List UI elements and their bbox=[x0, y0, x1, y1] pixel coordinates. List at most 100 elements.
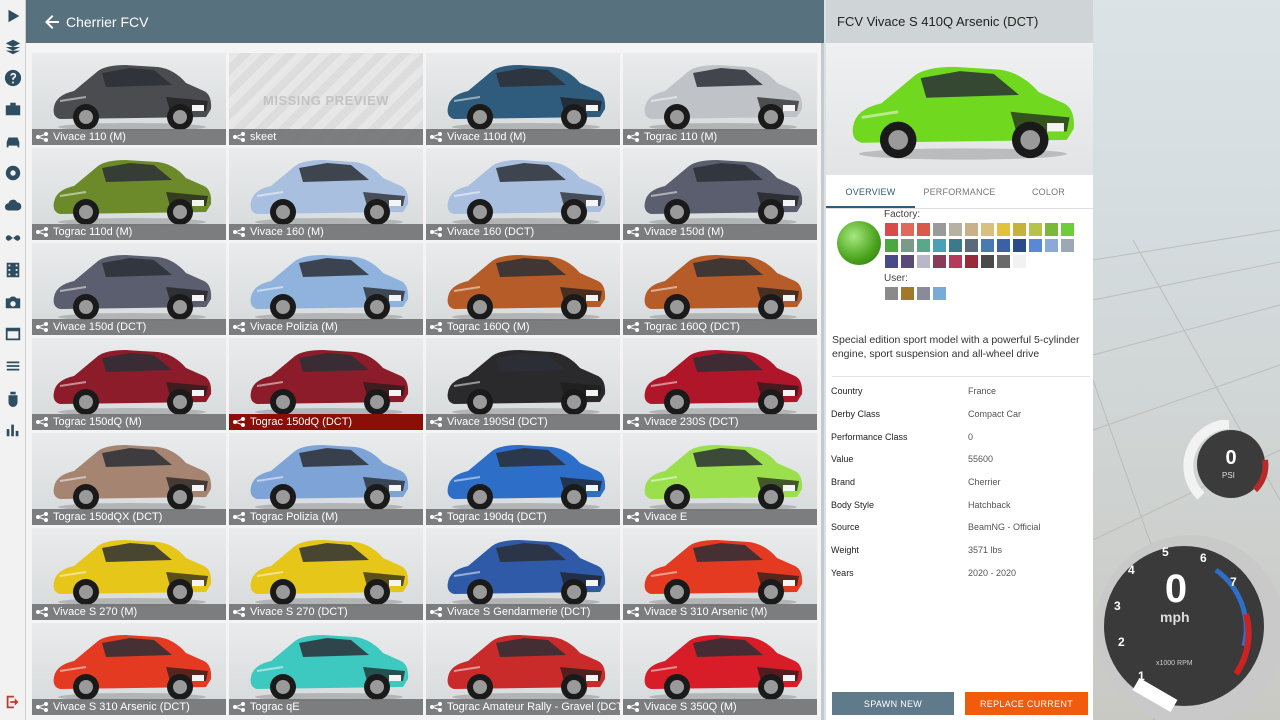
config-tile[interactable]: Vivace 160 (DCT) bbox=[426, 148, 620, 240]
config-tile[interactable]: Tograc 110d (M) bbox=[32, 148, 226, 240]
color-swatch[interactable] bbox=[949, 239, 962, 252]
color-swatch[interactable] bbox=[917, 255, 930, 268]
config-tile[interactable]: Vivace S 270 (M) bbox=[32, 528, 226, 620]
sliders-icon[interactable] bbox=[3, 356, 23, 376]
config-tile[interactable]: Vivace S 310 Arsenic (M) bbox=[623, 528, 817, 620]
color-swatch[interactable] bbox=[901, 239, 914, 252]
config-name: Tograc Polizia (M) bbox=[250, 511, 339, 523]
config-tile[interactable]: Tograc 190dq (DCT) bbox=[426, 433, 620, 525]
config-tile[interactable]: Tograc 150dQ (DCT) bbox=[229, 338, 423, 430]
bug-icon[interactable] bbox=[3, 388, 23, 408]
color-swatch[interactable] bbox=[885, 223, 898, 236]
color-swatch[interactable] bbox=[997, 223, 1010, 236]
color-swatch[interactable] bbox=[965, 223, 978, 236]
color-swatch[interactable] bbox=[917, 239, 930, 252]
share-icon bbox=[627, 607, 639, 617]
config-tile[interactable]: Tograc 150dQX (DCT) bbox=[32, 433, 226, 525]
color-swatch[interactable] bbox=[1013, 223, 1026, 236]
color-swatch[interactable] bbox=[1029, 239, 1042, 252]
tab-overview[interactable]: OVERVIEW bbox=[826, 175, 915, 208]
car-thumbnail bbox=[447, 445, 606, 511]
color-swatch[interactable] bbox=[885, 255, 898, 268]
window-icon[interactable] bbox=[3, 324, 23, 344]
config-tile[interactable]: Vivace 150d (DCT) bbox=[32, 243, 226, 335]
color-swatch[interactable] bbox=[997, 239, 1010, 252]
tab-color[interactable]: COLOR bbox=[1004, 175, 1093, 208]
color-swatch[interactable] bbox=[933, 223, 946, 236]
color-swatch[interactable] bbox=[949, 223, 962, 236]
user-color-swatch[interactable] bbox=[933, 287, 946, 300]
color-swatch[interactable] bbox=[1061, 239, 1074, 252]
config-tile[interactable]: Vivace Polizia (M) bbox=[229, 243, 423, 335]
config-tile[interactable]: Vivace S 310 Arsenic (DCT) bbox=[32, 623, 226, 715]
color-swatch[interactable] bbox=[965, 255, 978, 268]
user-color-swatch[interactable] bbox=[901, 287, 914, 300]
layers-icon[interactable] bbox=[3, 37, 23, 57]
color-swatch[interactable] bbox=[1045, 223, 1058, 236]
config-tile[interactable]: Tograc 160Q (DCT) bbox=[623, 243, 817, 335]
color-swatch[interactable] bbox=[981, 239, 994, 252]
color-swatch[interactable] bbox=[901, 255, 914, 268]
garage-icon[interactable] bbox=[3, 163, 23, 183]
config-tile[interactable]: Vivace S 270 (DCT) bbox=[229, 528, 423, 620]
color-swatch[interactable] bbox=[981, 223, 994, 236]
config-name: Tograc 110 (M) bbox=[644, 131, 718, 143]
color-swatch[interactable] bbox=[885, 239, 898, 252]
color-swatch[interactable] bbox=[1013, 239, 1026, 252]
config-tile[interactable]: Vivace 190Sd (DCT) bbox=[426, 338, 620, 430]
color-swatch[interactable] bbox=[1045, 239, 1058, 252]
info-value: 55600 bbox=[968, 454, 994, 465]
infinity-icon[interactable] bbox=[3, 228, 23, 248]
config-tile[interactable]: Vivace 110 (M) bbox=[32, 53, 226, 145]
color-swatch[interactable] bbox=[901, 223, 914, 236]
config-tile[interactable]: MISSING PREVIEW skeet bbox=[229, 53, 423, 145]
color-swatch[interactable] bbox=[949, 255, 962, 268]
config-tile[interactable]: Vivace 110d (M) bbox=[426, 53, 620, 145]
config-tile[interactable]: Vivace E bbox=[623, 433, 817, 525]
share-icon bbox=[36, 417, 48, 427]
cloud-icon[interactable] bbox=[3, 196, 23, 216]
share-icon bbox=[627, 512, 639, 522]
color-swatch[interactable] bbox=[1029, 223, 1042, 236]
color-swatch[interactable] bbox=[933, 255, 946, 268]
config-tile[interactable]: Vivace S Gendarmerie (DCT) bbox=[426, 528, 620, 620]
grid-scrollbar[interactable] bbox=[821, 43, 824, 720]
config-tile[interactable]: Vivace 160 (M) bbox=[229, 148, 423, 240]
color-swatch[interactable] bbox=[917, 223, 930, 236]
config-tile[interactable]: Tograc qE bbox=[229, 623, 423, 715]
config-tile[interactable]: Vivace S 350Q (M) bbox=[623, 623, 817, 715]
color-swatch[interactable] bbox=[1013, 255, 1026, 268]
user-color-swatch[interactable] bbox=[917, 287, 930, 300]
color-swatch[interactable] bbox=[1061, 223, 1074, 236]
user-color-swatch[interactable] bbox=[885, 287, 898, 300]
config-tile[interactable]: Tograc 160Q (M) bbox=[426, 243, 620, 335]
factory-swatches bbox=[885, 223, 1080, 268]
back-arrow-icon[interactable] bbox=[44, 14, 60, 30]
car-icon[interactable] bbox=[3, 132, 23, 152]
bar-chart-icon[interactable] bbox=[3, 420, 23, 440]
camera-icon[interactable] bbox=[3, 292, 23, 312]
mission-icon[interactable] bbox=[3, 99, 23, 119]
config-tile[interactable]: Tograc 110 (M) bbox=[623, 53, 817, 145]
exit-icon[interactable] bbox=[3, 692, 23, 712]
help-icon[interactable] bbox=[3, 68, 23, 88]
color-swatch[interactable] bbox=[965, 239, 978, 252]
car-thumbnail bbox=[644, 445, 803, 511]
car-thumbnail bbox=[53, 350, 212, 416]
config-tile[interactable]: Tograc Polizia (M) bbox=[229, 433, 423, 525]
replace-current-button[interactable]: REPLACE CURRENT bbox=[965, 692, 1088, 715]
config-name: Vivace E bbox=[644, 511, 688, 523]
config-tile[interactable]: Tograc 150dQ (M) bbox=[32, 338, 226, 430]
play-icon[interactable] bbox=[3, 6, 23, 26]
color-swatch[interactable] bbox=[981, 255, 994, 268]
rpm-tick-label: 4 bbox=[1128, 563, 1135, 577]
film-icon[interactable] bbox=[3, 260, 23, 280]
info-row: Weight 3571 lbs bbox=[831, 539, 1089, 562]
spawn-new-button[interactable]: SPAWN NEW bbox=[832, 692, 954, 715]
config-tile[interactable]: Vivace 150d (M) bbox=[623, 148, 817, 240]
config-tile[interactable]: Vivace 230S (DCT) bbox=[623, 338, 817, 430]
color-swatch[interactable] bbox=[997, 255, 1010, 268]
config-tile[interactable]: Tograc Amateur Rally - Gravel (DCT) bbox=[426, 623, 620, 715]
tab-performance[interactable]: PERFORMANCE bbox=[915, 175, 1004, 208]
color-swatch[interactable] bbox=[933, 239, 946, 252]
